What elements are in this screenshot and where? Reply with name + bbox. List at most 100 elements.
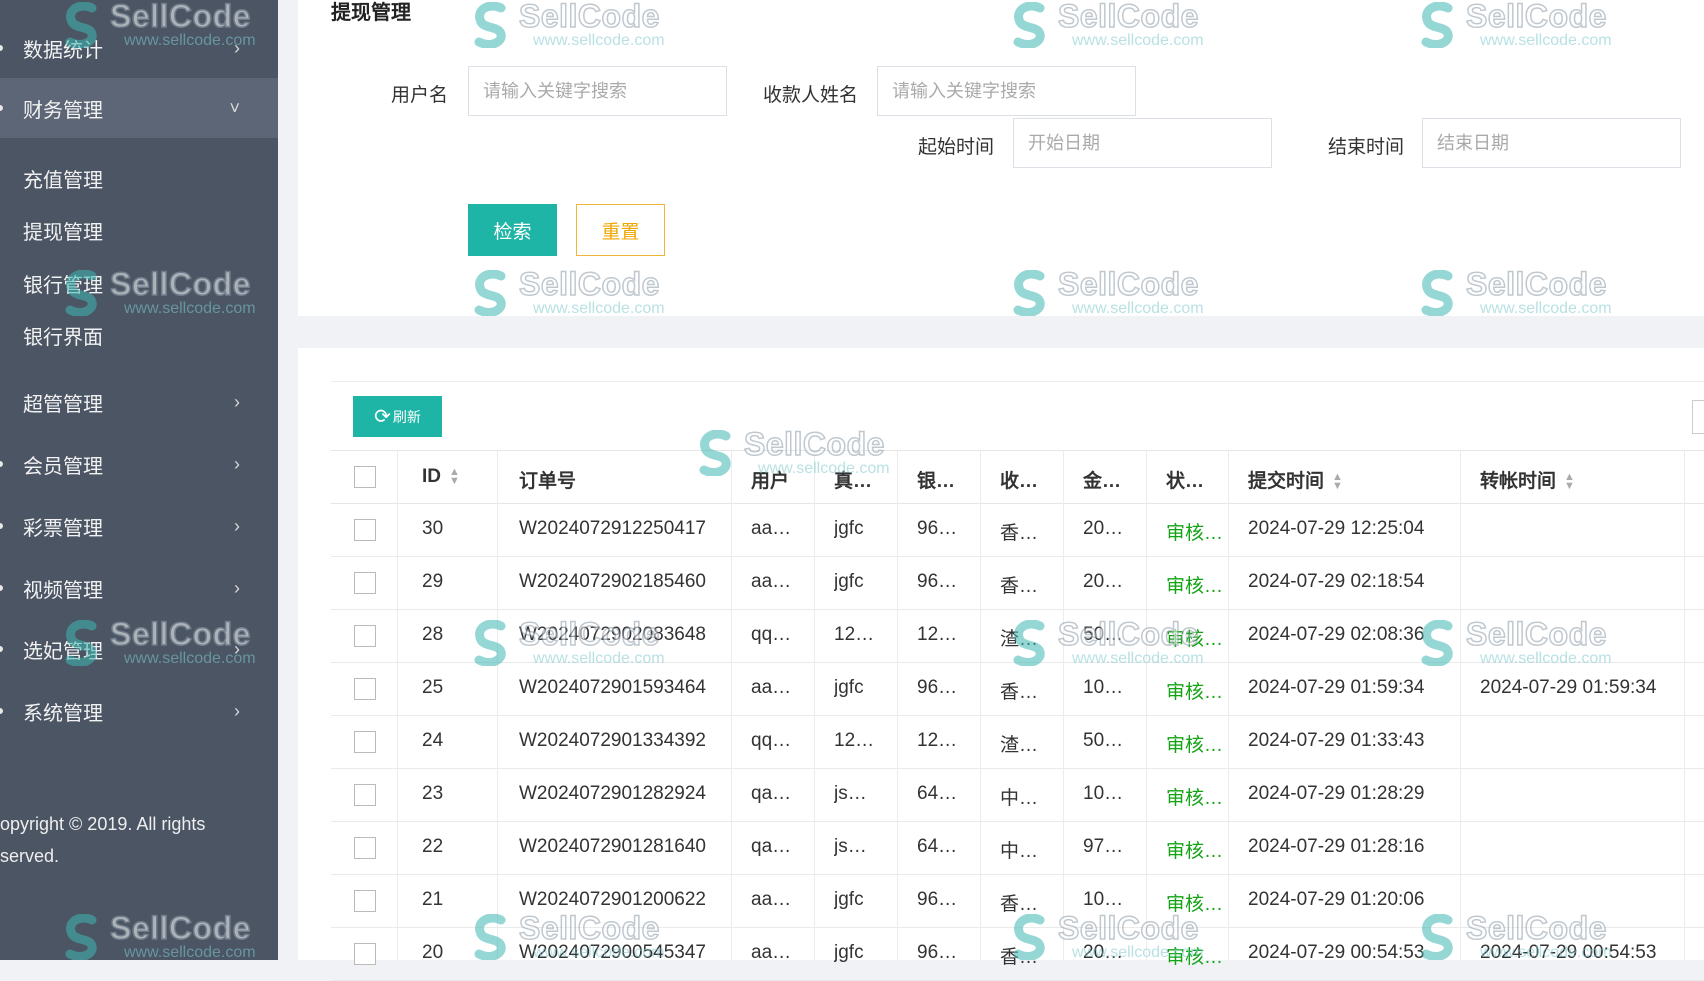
copyright: opyright © 2019. All rights served.: [0, 808, 205, 872]
row-checkbox[interactable]: [354, 784, 376, 806]
cell-id: 21: [422, 889, 444, 910]
sidebar-subitem-withdraw[interactable]: 提现管理: [23, 216, 103, 245]
sort-icon[interactable]: ▲ ▼: [449, 466, 460, 486]
bullet-icon: [0, 45, 3, 51]
sidebar-item-label: 彩票管理: [23, 517, 103, 540]
row-checkbox[interactable]: [354, 572, 376, 594]
search-button[interactable]: 检索: [468, 204, 557, 256]
chevron-right-icon: ›: [234, 700, 240, 721]
cell-id: 28: [422, 624, 444, 645]
cell-bank: 96…: [917, 942, 958, 963]
cell-id: 22: [422, 836, 444, 857]
sidebar-item-members[interactable]: 会员管理 ›: [0, 436, 278, 492]
cell-submit: 2024-07-29 01:20:06: [1248, 889, 1425, 910]
sidebar-item-lottery[interactable]: 彩票管理 ›: [0, 498, 278, 554]
cell-submit: 2024-07-29 01:33:43: [1248, 730, 1425, 751]
end-date-input[interactable]: [1422, 118, 1681, 168]
sidebar-item-label: 超管管理: [23, 393, 103, 416]
cell-id: 24: [422, 730, 444, 751]
table-row[interactable]: 20 W2024072900545347 aa… jgfc 96… 香… 20… 审核通过 20…: [331, 928, 1704, 981]
payee-input[interactable]: [877, 66, 1136, 116]
table-row[interactable]: 22 W2024072901281640 qa… js… 64… 中… 97… 审核通过 202…: [331, 822, 1704, 875]
reset-button[interactable]: 重置: [576, 204, 665, 256]
refresh-button[interactable]: ⟳ 刷新: [353, 396, 442, 437]
column-header-user[interactable]: 用户: [751, 466, 811, 493]
column-toggle-icon[interactable]: [1692, 400, 1704, 434]
sidebar-item-stats[interactable]: 数据统计 ›: [0, 20, 278, 76]
column-header-realname[interactable]: 真…: [834, 466, 894, 493]
row-checkbox[interactable]: [354, 731, 376, 753]
column-header-order[interactable]: 订单号: [519, 466, 699, 493]
cell-order: W2024072900545347: [519, 942, 707, 963]
column-header-amount[interactable]: 金…: [1083, 466, 1143, 493]
username-input[interactable]: [468, 66, 727, 116]
table-row[interactable]: 30 W2024072912250417 aa… jgfc 96… 香… 20… 审核通过 20…: [331, 504, 1704, 557]
bullet-icon: [0, 461, 3, 467]
cell-user: qq…: [751, 624, 792, 645]
cell-submit: 2024-07-29 12:25:04: [1248, 518, 1425, 539]
select-all-checkbox[interactable]: [354, 466, 376, 488]
column-header-status[interactable]: 状…: [1166, 466, 1226, 493]
cell-amount: 20…: [1083, 518, 1124, 539]
cell-id: 29: [422, 571, 444, 592]
cell-id: 20: [422, 942, 444, 963]
table-row[interactable]: 21 W2024072901200622 aa… jgfc 96… 香… 10… 审核通过 20…: [331, 875, 1704, 928]
end-time-label: 结束时间: [1327, 137, 1404, 158]
column-header-transfer-time[interactable]: 转帐时间 ▲ ▼: [1480, 466, 1680, 493]
sidebar-item-system[interactable]: 系统管理 ›: [0, 683, 278, 739]
sidebar-item-label: 选妃管理: [23, 640, 103, 663]
row-checkbox[interactable]: [354, 625, 376, 647]
cell-user: aa…: [751, 518, 792, 539]
cell-order: W2024072902185460: [519, 571, 707, 592]
sort-icon[interactable]: ▲ ▼: [1564, 471, 1575, 491]
bullet-icon: [0, 585, 3, 591]
table-row[interactable]: 23 W2024072901282924 qa… js… 64… 中… 10… 审核通过 202…: [331, 769, 1704, 822]
cell-payee: 香…: [1000, 576, 1039, 597]
cell-payee: 中…: [1000, 841, 1039, 862]
sidebar-item-selection[interactable]: 选妃管理 ›: [0, 621, 278, 677]
chevron-right-icon: ›: [234, 577, 240, 598]
row-checkbox[interactable]: [354, 519, 376, 541]
row-checkbox[interactable]: [354, 678, 376, 700]
cell-order: W2024072902083648: [519, 624, 707, 645]
cell-name: 12…: [834, 730, 875, 751]
table-row[interactable]: 24 W2024072901334392 qq… 12… 12… 渣… 50… 审核通过 202…: [331, 716, 1704, 769]
start-date-input[interactable]: [1013, 118, 1272, 168]
row-checkbox[interactable]: [354, 943, 376, 965]
cell-status: 审核通过: [1166, 947, 1228, 968]
chevron-right-icon: ›: [234, 638, 240, 659]
sidebar-item-video[interactable]: 视频管理 ›: [0, 560, 278, 616]
sidebar-item-label: 财务管理: [23, 99, 103, 122]
cell-transfer: 2024-07-29 01:59:34: [1480, 677, 1657, 698]
cell-amount: 10…: [1083, 783, 1124, 804]
chevron-down-icon: ˅: [229, 97, 240, 118]
column-header-bank[interactable]: 银…: [917, 466, 977, 493]
cell-submit: 2024-07-29 01:28:16: [1248, 836, 1425, 857]
cell-submit: 2024-07-29 02:08:36: [1248, 624, 1425, 645]
column-header-submit-time[interactable]: 提交时间 ▲ ▼: [1248, 466, 1448, 493]
sidebar-subitem-bank-ui[interactable]: 银行界面: [23, 321, 103, 350]
sidebar-subitem-bank[interactable]: 银行管理: [23, 269, 103, 298]
column-header-payee[interactable]: 收…: [1000, 466, 1060, 493]
cell-name: jgfc: [834, 942, 864, 963]
column-header-id[interactable]: ID ▲ ▼: [422, 466, 502, 488]
cell-status: 审核通过: [1166, 682, 1228, 703]
table-row[interactable]: 25 W2024072901593464 aa… jgfc 96… 香… 10… 审核通过 20…: [331, 663, 1704, 716]
cell-amount: 50…: [1083, 730, 1124, 751]
chevron-right-icon: ›: [234, 37, 240, 58]
row-checkbox[interactable]: [354, 837, 376, 859]
sidebar-item-admin[interactable]: 超管管理 ›: [0, 374, 278, 430]
cell-status: 审核通过: [1166, 894, 1228, 915]
cell-user: qq…: [751, 730, 792, 751]
sidebar-item-finance[interactable]: 财务管理 ˅: [0, 78, 278, 138]
row-checkbox[interactable]: [354, 890, 376, 912]
table-row[interactable]: 29 W2024072902185460 aa… jgfc 96… 香… 20… 审核通过 20…: [331, 557, 1704, 610]
cell-user: aa…: [751, 571, 792, 592]
sidebar-subitem-recharge[interactable]: 充值管理: [23, 164, 103, 193]
table-row[interactable]: 28 W2024072902083648 qq… 12… 12… 渣… 50… 审核通过 202…: [331, 610, 1704, 663]
bullet-icon: [0, 523, 3, 529]
chevron-right-icon: ›: [234, 515, 240, 536]
cell-submit: 2024-07-29 00:54:53: [1248, 942, 1425, 963]
cell-user: aa…: [751, 677, 792, 698]
sort-icon[interactable]: ▲ ▼: [1332, 471, 1343, 491]
